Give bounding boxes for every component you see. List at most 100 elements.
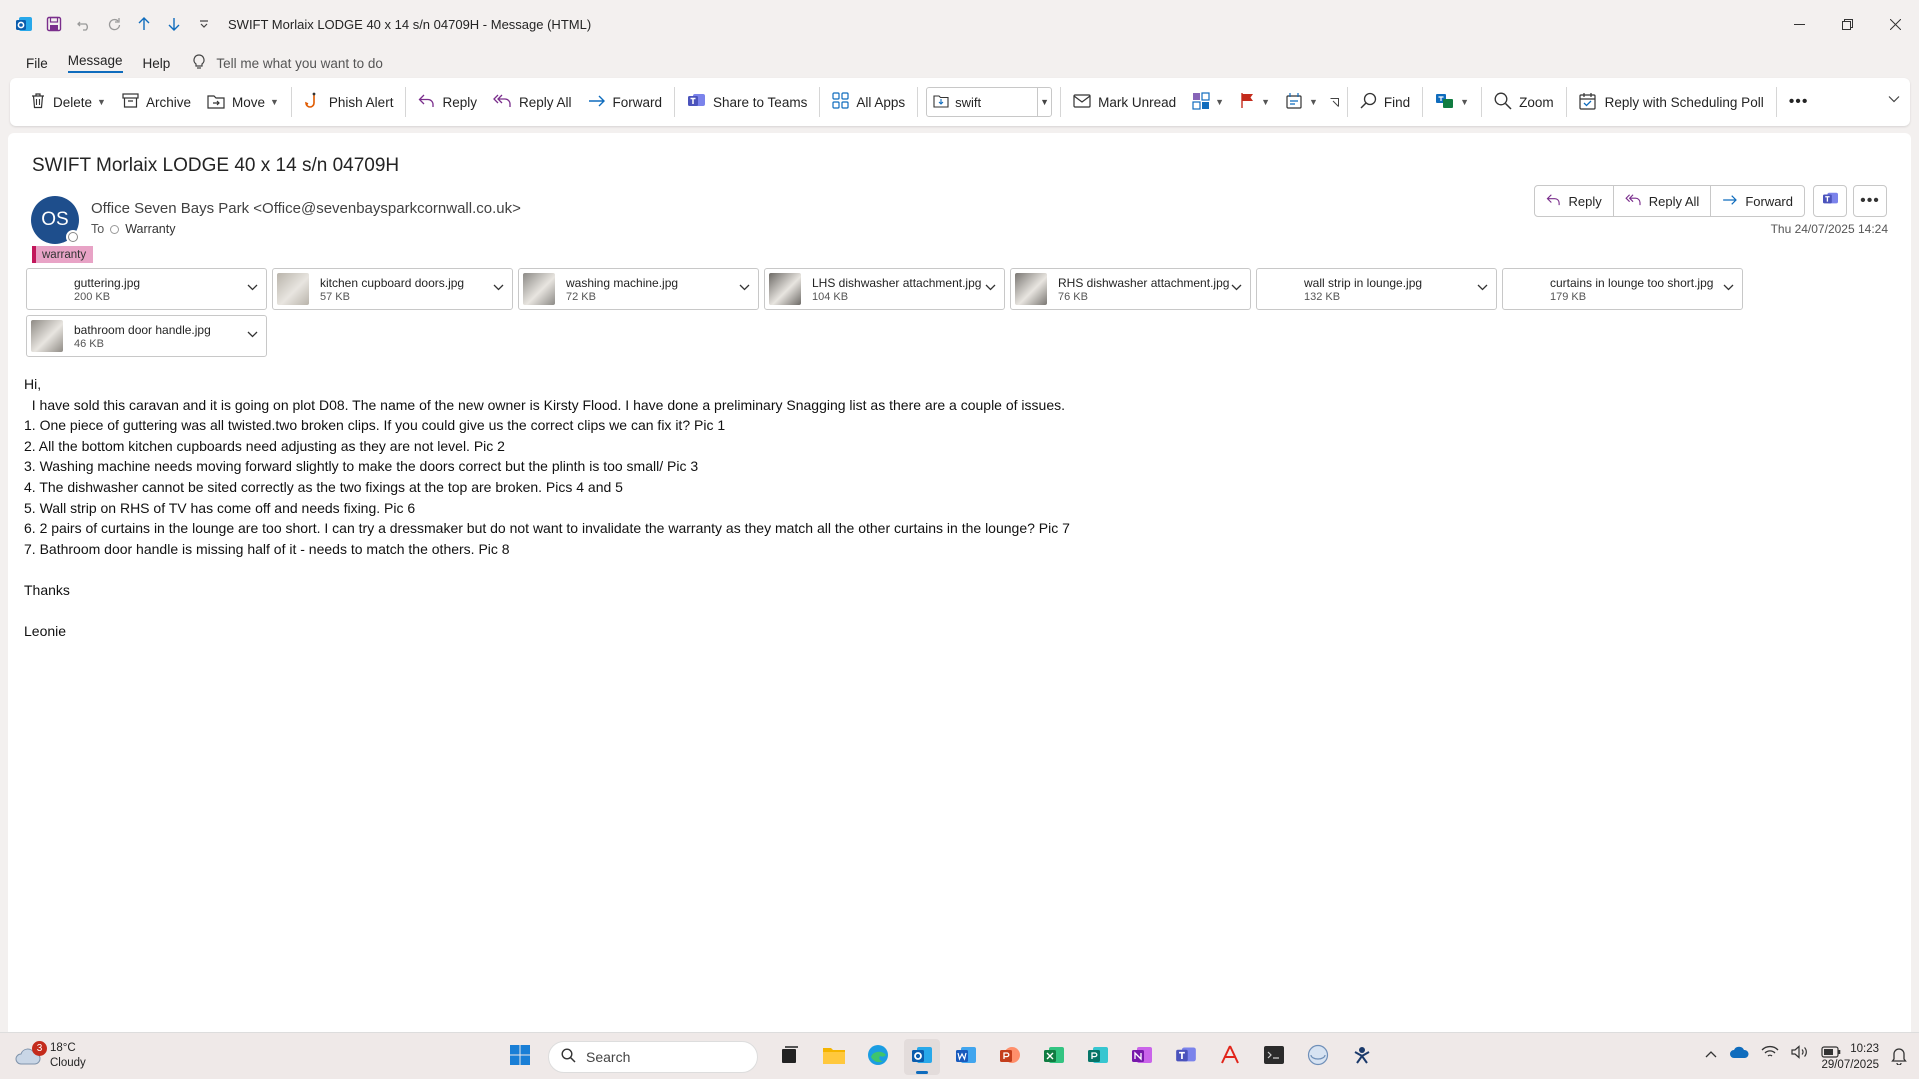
quick-steps-box[interactable]: swift ▼ — [926, 87, 1053, 117]
chevron-up-icon[interactable] — [1705, 1046, 1717, 1061]
terminal-app-button[interactable] — [1256, 1039, 1292, 1075]
chevron-down-icon[interactable]: ▼ — [1037, 88, 1051, 116]
ribbon-divider — [1481, 87, 1483, 117]
attachment-card[interactable]: kitchen cupboard doors.jpg 57 KB — [272, 268, 513, 310]
chevron-down-icon[interactable] — [493, 282, 504, 294]
reply-scheduling-poll-button[interactable]: Reply with Scheduling Poll — [1571, 84, 1772, 120]
attachment-thumbnail — [769, 273, 801, 305]
attachment-card[interactable]: LHS dishwasher attachment.jpg 104 KB — [764, 268, 1005, 310]
reply-all-icon — [493, 93, 512, 111]
teams-chat-button[interactable] — [1813, 185, 1847, 217]
translate-button[interactable]: ▼ — [1427, 84, 1477, 120]
inline-reply-all-button[interactable]: Reply All — [1614, 186, 1712, 216]
menu-help[interactable]: Help — [133, 48, 181, 78]
save-icon[interactable] — [42, 12, 66, 36]
move-button[interactable]: Move ▼ — [199, 84, 287, 120]
reply-all-icon — [1625, 193, 1642, 209]
chevron-down-icon[interactable]: ▼ — [270, 97, 279, 107]
recipient-name[interactable]: Warranty — [125, 222, 175, 236]
attachment-card[interactable]: RHS dishwasher attachment.jpg 76 KB — [1010, 268, 1251, 310]
ribbon-expand-icon[interactable] — [1888, 92, 1900, 106]
publisher-button[interactable] — [1080, 1039, 1116, 1075]
edge-button[interactable] — [860, 1039, 896, 1075]
chevron-down-icon[interactable]: ▼ — [1309, 97, 1318, 107]
chevron-down-icon[interactable] — [739, 282, 750, 294]
delete-button[interactable]: Delete ▼ — [22, 84, 114, 120]
previous-item-icon[interactable] — [132, 12, 156, 36]
onenote-button[interactable] — [1124, 1039, 1160, 1075]
category-tag[interactable]: warranty — [32, 246, 94, 263]
tell-me-search[interactable]: Tell me what you want to do — [192, 53, 383, 73]
archive-button[interactable]: Archive — [114, 84, 199, 120]
attachment-card[interactable]: wall strip in lounge.jpg 132 KB — [1256, 268, 1497, 310]
zoom-button[interactable]: Zoom — [1486, 84, 1562, 120]
excel-button[interactable] — [1036, 1039, 1072, 1075]
excel-icon — [1043, 1045, 1065, 1070]
acrobat-button[interactable] — [1212, 1039, 1248, 1075]
chevron-down-icon[interactable]: ▼ — [1215, 97, 1224, 107]
find-button[interactable]: Find — [1352, 84, 1418, 120]
attachment-filename: curtains in lounge too short.jpg — [1550, 275, 1714, 290]
mark-unread-button[interactable]: Mark Unread — [1065, 84, 1184, 120]
inline-forward-button[interactable]: Forward — [1711, 186, 1804, 216]
chevron-down-icon[interactable] — [1723, 282, 1734, 294]
chevron-down-icon[interactable]: ▼ — [1261, 97, 1270, 107]
forward-button[interactable]: Forward — [580, 84, 671, 120]
follow-up-button[interactable]: ▼ — [1232, 84, 1278, 120]
menu-message[interactable]: Message — [58, 48, 133, 78]
start-button[interactable] — [502, 1039, 538, 1075]
undo-icon[interactable] — [72, 12, 96, 36]
customize-toolbar-icon[interactable] — [192, 12, 216, 36]
powerpoint-button[interactable] — [992, 1039, 1028, 1075]
word-button[interactable] — [948, 1039, 984, 1075]
attachment-card[interactable]: curtains in lounge too short.jpg 179 KB — [1502, 268, 1743, 310]
notification-bell-icon[interactable] — [1891, 1047, 1907, 1070]
phish-alert-button[interactable]: Phish Alert — [296, 84, 402, 120]
restore-button[interactable] — [1823, 0, 1871, 48]
taskview-button[interactable] — [772, 1039, 808, 1075]
more-actions-button[interactable]: ••• — [1853, 185, 1887, 217]
system-clock[interactable]: 10:23 29/07/2025 — [1821, 1041, 1879, 1073]
categorize-button[interactable]: ▼ — [1184, 84, 1232, 120]
chevron-down-icon[interactable]: ▼ — [1460, 97, 1469, 107]
menu-file[interactable]: File — [16, 48, 58, 78]
body-greeting: Hi, — [24, 376, 42, 392]
chevron-down-icon[interactable] — [247, 329, 258, 341]
chevron-down-icon[interactable]: ▼ — [97, 97, 106, 107]
snag-item: 2. All the bottom kitchen cupboards need… — [24, 437, 505, 454]
attachment-card[interactable]: washing machine.jpg 72 KB — [518, 268, 759, 310]
inline-reply-button[interactable]: Reply — [1535, 186, 1614, 216]
chevron-down-icon[interactable] — [247, 282, 258, 294]
all-apps-button[interactable]: All Apps — [824, 84, 913, 120]
quick-step-swift[interactable]: swift — [927, 93, 1037, 111]
weather-widget[interactable]: 3 18°C Cloudy — [14, 1041, 86, 1071]
zoom-label: Zoom — [1519, 94, 1554, 110]
globe-icon — [1307, 1044, 1329, 1071]
tags-dialog-launcher[interactable] — [1326, 84, 1343, 120]
onedrive-icon[interactable] — [1729, 1046, 1749, 1062]
outlook-taskbar-button[interactable] — [904, 1039, 940, 1075]
tags-more-button[interactable]: ▼ — [1278, 84, 1326, 120]
minimize-button[interactable] — [1775, 0, 1823, 48]
reply-button[interactable]: Reply — [410, 84, 485, 120]
close-button[interactable] — [1871, 0, 1919, 48]
attachment-card[interactable]: guttering.jpg 200 KB — [26, 268, 267, 310]
share-to-teams-button[interactable]: Share to Teams — [679, 84, 815, 120]
reply-all-button[interactable]: Reply All — [485, 84, 580, 120]
chevron-down-icon[interactable] — [1477, 282, 1488, 294]
sender-name[interactable]: Office Seven Bays Park <Office@sevenbays… — [91, 200, 521, 217]
browser-app-button[interactable] — [1300, 1039, 1336, 1075]
chevron-down-icon[interactable] — [985, 282, 996, 294]
file-explorer-button[interactable] — [816, 1039, 852, 1075]
next-item-icon[interactable] — [162, 12, 186, 36]
teams-taskbar-button[interactable] — [1168, 1039, 1204, 1075]
redo-icon[interactable] — [102, 12, 126, 36]
utility-app-button[interactable] — [1344, 1039, 1380, 1075]
volume-icon[interactable] — [1791, 1045, 1809, 1062]
chevron-down-icon[interactable] — [1231, 282, 1242, 294]
taskbar-search[interactable]: Search — [548, 1041, 758, 1073]
attachment-card[interactable]: bathroom door handle.jpg 46 KB — [26, 315, 267, 357]
presence-status-icon — [66, 230, 80, 244]
ribbon-more-button[interactable]: ••• — [1781, 84, 1817, 120]
wifi-icon[interactable] — [1761, 1045, 1779, 1062]
